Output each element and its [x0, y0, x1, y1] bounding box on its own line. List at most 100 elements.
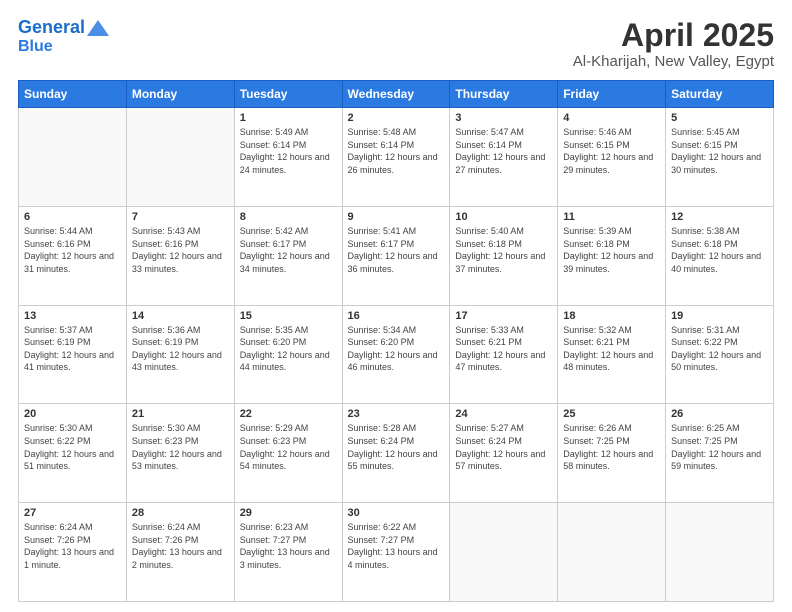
calendar-cell: 29Sunrise: 6:23 AM Sunset: 7:27 PM Dayli…: [234, 503, 342, 602]
day-number: 2: [348, 112, 445, 124]
logo-icon: [85, 18, 111, 38]
day-info: Sunrise: 5:43 AM Sunset: 6:16 PM Dayligh…: [132, 225, 229, 275]
calendar-cell: 10 Sunrise: 5:40 AM Sunset: 6:18 PM Dayli…: [450, 206, 558, 305]
day-number: 17: [455, 310, 552, 322]
day-number: 26: [671, 408, 768, 420]
day-number: 12: [671, 211, 768, 223]
calendar-header-monday: Monday: [126, 81, 234, 108]
day-info: Sunrise: 5:37 AM Sunset: 6:19 PM Dayligh…: [24, 324, 121, 374]
calendar-cell: 26Sunrise: 6:25 AM Sunset: 7:25 PM Dayli…: [666, 404, 774, 503]
calendar-cell: 15Sunrise: 5:35 AM Sunset: 6:20 PM Dayli…: [234, 305, 342, 404]
day-number: 8: [240, 211, 337, 223]
calendar-cell: 9 Sunrise: 5:41 AM Sunset: 6:17 PM Daylig…: [342, 206, 450, 305]
day-number: 30: [348, 507, 445, 519]
calendar-cell: 22 Sunrise: 5:29 AM Sunset: 6:23 PM Dayli…: [234, 404, 342, 503]
day-info: Sunrise: 5:28 AM Sunset: 6:24 PM Dayligh…: [348, 422, 445, 472]
day-number: 13: [24, 310, 121, 322]
day-number: 23: [348, 408, 445, 420]
calendar-cell: 5 Sunrise: 5:45 AM Sunset: 6:15 PM Daylig…: [666, 108, 774, 207]
calendar-table: SundayMondayTuesdayWednesdayThursdayFrid…: [18, 80, 774, 602]
calendar-cell: 16 Sunrise: 5:34 AM Sunset: 6:20 PM Dayli…: [342, 305, 450, 404]
day-info: Sunrise: 5:49 AM Sunset: 6:14 PM Dayligh…: [240, 126, 337, 176]
day-info: Sunrise: 5:46 AM Sunset: 6:15 PM Dayligh…: [563, 126, 660, 176]
day-number: 11: [563, 211, 660, 223]
day-info: Sunrise: 5:34 AM Sunset: 6:20 PM Dayligh…: [348, 324, 445, 374]
day-info: Sunrise: 5:29 AM Sunset: 6:23 PM Dayligh…: [240, 422, 337, 472]
calendar-week-1: 1 Sunrise: 5:49 AM Sunset: 6:14 PM Daylig…: [19, 108, 774, 207]
day-info: Sunrise: 5:35 AM Sunset: 6:20 PM Dayligh…: [240, 324, 337, 374]
calendar-header-sunday: Sunday: [19, 81, 127, 108]
calendar-cell: 12Sunrise: 5:38 AM Sunset: 6:18 PM Dayli…: [666, 206, 774, 305]
calendar-week-5: 27 Sunrise: 6:24 AM Sunset: 7:26 PM Dayli…: [19, 503, 774, 602]
calendar-cell: 28 Sunrise: 6:24 AM Sunset: 7:26 PM Dayli…: [126, 503, 234, 602]
calendar-header-wednesday: Wednesday: [342, 81, 450, 108]
calendar-cell: [126, 108, 234, 207]
calendar-header-saturday: Saturday: [666, 81, 774, 108]
day-number: 5: [671, 112, 768, 124]
calendar-cell: 18 Sunrise: 5:32 AM Sunset: 6:21 PM Dayli…: [558, 305, 666, 404]
day-info: Sunrise: 5:40 AM Sunset: 6:18 PM Dayligh…: [455, 225, 552, 275]
day-number: 1: [240, 112, 337, 124]
day-info: Sunrise: 5:30 AM Sunset: 6:23 PM Dayligh…: [132, 422, 229, 472]
day-info: Sunrise: 5:31 AM Sunset: 6:22 PM Dayligh…: [671, 324, 768, 374]
day-number: 28: [132, 507, 229, 519]
day-number: 14: [132, 310, 229, 322]
day-info: Sunrise: 5:32 AM Sunset: 6:21 PM Dayligh…: [563, 324, 660, 374]
calendar-cell: 8 Sunrise: 5:42 AM Sunset: 6:17 PM Daylig…: [234, 206, 342, 305]
month-title: April 2025: [573, 18, 774, 53]
calendar-header-friday: Friday: [558, 81, 666, 108]
day-number: 10: [455, 211, 552, 223]
calendar-cell: 3 Sunrise: 5:47 AM Sunset: 6:14 PM Daylig…: [450, 108, 558, 207]
day-info: Sunrise: 5:36 AM Sunset: 6:19 PM Dayligh…: [132, 324, 229, 374]
day-number: 4: [563, 112, 660, 124]
calendar-cell: [558, 503, 666, 602]
calendar-header-thursday: Thursday: [450, 81, 558, 108]
calendar-cell: 30 Sunrise: 6:22 AM Sunset: 7:27 PM Dayli…: [342, 503, 450, 602]
day-info: Sunrise: 6:22 AM Sunset: 7:27 PM Dayligh…: [348, 521, 445, 571]
calendar-header-tuesday: Tuesday: [234, 81, 342, 108]
day-number: 19: [671, 310, 768, 322]
day-number: 9: [348, 211, 445, 223]
logo: General Blue: [18, 18, 111, 56]
calendar-week-2: 6 Sunrise: 5:44 AM Sunset: 6:16 PM Daylig…: [19, 206, 774, 305]
calendar-cell: 24Sunrise: 5:27 AM Sunset: 6:24 PM Dayli…: [450, 404, 558, 503]
day-info: Sunrise: 5:30 AM Sunset: 6:22 PM Dayligh…: [24, 422, 121, 472]
day-info: Sunrise: 5:42 AM Sunset: 6:17 PM Dayligh…: [240, 225, 337, 275]
day-info: Sunrise: 5:41 AM Sunset: 6:17 PM Dayligh…: [348, 225, 445, 275]
day-number: 18: [563, 310, 660, 322]
day-number: 25: [563, 408, 660, 420]
day-info: Sunrise: 5:33 AM Sunset: 6:21 PM Dayligh…: [455, 324, 552, 374]
day-info: Sunrise: 6:24 AM Sunset: 7:26 PM Dayligh…: [132, 521, 229, 571]
calendar-cell: 27Sunrise: 6:24 AM Sunset: 7:26 PM Dayli…: [19, 503, 127, 602]
calendar-cell: [450, 503, 558, 602]
calendar-cell: 6 Sunrise: 5:44 AM Sunset: 6:16 PM Daylig…: [19, 206, 127, 305]
day-number: 3: [455, 112, 552, 124]
day-info: Sunrise: 5:27 AM Sunset: 6:24 PM Dayligh…: [455, 422, 552, 472]
calendar-cell: 25 Sunrise: 6:26 AM Sunset: 7:25 PM Dayli…: [558, 404, 666, 503]
day-info: Sunrise: 6:23 AM Sunset: 7:27 PM Dayligh…: [240, 521, 337, 571]
day-info: Sunrise: 5:39 AM Sunset: 6:18 PM Dayligh…: [563, 225, 660, 275]
calendar-cell: 23 Sunrise: 5:28 AM Sunset: 6:24 PM Dayli…: [342, 404, 450, 503]
calendar-cell: 20Sunrise: 5:30 AM Sunset: 6:22 PM Dayli…: [19, 404, 127, 503]
day-number: 6: [24, 211, 121, 223]
day-number: 16: [348, 310, 445, 322]
day-info: Sunrise: 5:47 AM Sunset: 6:14 PM Dayligh…: [455, 126, 552, 176]
calendar-cell: 4 Sunrise: 5:46 AM Sunset: 6:15 PM Daylig…: [558, 108, 666, 207]
calendar-cell: 2 Sunrise: 5:48 AM Sunset: 6:14 PM Daylig…: [342, 108, 450, 207]
header: General Blue April 2025 Al-Kharijah, New…: [18, 18, 774, 70]
page: General Blue April 2025 Al-Kharijah, New…: [0, 0, 792, 612]
logo-text: General: [18, 18, 85, 38]
day-number: 7: [132, 211, 229, 223]
calendar-cell: 11 Sunrise: 5:39 AM Sunset: 6:18 PM Dayli…: [558, 206, 666, 305]
day-info: Sunrise: 6:26 AM Sunset: 7:25 PM Dayligh…: [563, 422, 660, 472]
day-number: 27: [24, 507, 121, 519]
day-number: 22: [240, 408, 337, 420]
logo-blue: Blue: [18, 38, 53, 56]
title-block: April 2025 Al-Kharijah, New Valley, Egyp…: [573, 18, 774, 70]
day-info: Sunrise: 5:48 AM Sunset: 6:14 PM Dayligh…: [348, 126, 445, 176]
day-info: Sunrise: 5:44 AM Sunset: 6:16 PM Dayligh…: [24, 225, 121, 275]
calendar-cell: 17 Sunrise: 5:33 AM Sunset: 6:21 PM Dayli…: [450, 305, 558, 404]
calendar-cell: 21Sunrise: 5:30 AM Sunset: 6:23 PM Dayli…: [126, 404, 234, 503]
day-info: Sunrise: 5:45 AM Sunset: 6:15 PM Dayligh…: [671, 126, 768, 176]
calendar-header-row: SundayMondayTuesdayWednesdayThursdayFrid…: [19, 81, 774, 108]
